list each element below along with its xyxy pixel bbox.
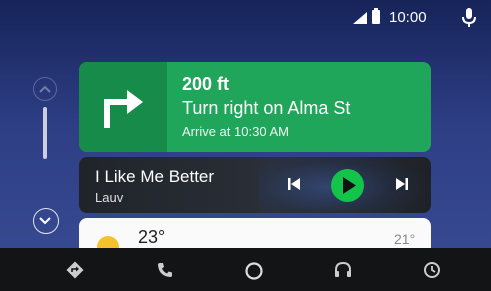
signal-icon bbox=[353, 12, 367, 24]
scroll-down-button[interactable] bbox=[33, 208, 59, 234]
nav-instruction: Turn right on Alma St bbox=[182, 98, 351, 118]
weather-temperature: 23° bbox=[138, 227, 166, 247]
microphone-icon[interactable] bbox=[462, 8, 476, 28]
play-button[interactable] bbox=[331, 169, 364, 202]
weather-low-temperature: 21° bbox=[394, 231, 416, 247]
nav-arrival-time: Arrive at 10:30 AM bbox=[182, 124, 289, 139]
nav-distance: 200 ft bbox=[182, 74, 230, 94]
media-card[interactable]: I Like Me Better Lauv bbox=[79, 157, 431, 213]
home-icon[interactable] bbox=[244, 261, 264, 281]
track-title: I Like Me Better bbox=[95, 167, 215, 186]
skip-previous-icon[interactable] bbox=[286, 176, 302, 192]
headphones-icon[interactable] bbox=[334, 261, 352, 279]
turn-panel bbox=[79, 62, 167, 152]
chevron-up-icon bbox=[39, 85, 51, 93]
track-artist: Lauv bbox=[95, 190, 124, 205]
turn-right-arrow-icon bbox=[104, 90, 143, 128]
chevron-down-icon bbox=[39, 217, 51, 225]
battery-icon bbox=[372, 8, 380, 24]
scroll-indicator[interactable] bbox=[43, 107, 47, 159]
status-time: 10:00 bbox=[389, 9, 427, 26]
play-icon bbox=[343, 177, 356, 194]
directions-icon[interactable] bbox=[66, 261, 84, 279]
phone-icon[interactable] bbox=[156, 261, 174, 279]
status-bar: 10:00 bbox=[0, 0, 491, 36]
scroll-up-button[interactable] bbox=[33, 77, 57, 101]
bottom-nav-bar bbox=[0, 248, 491, 291]
notifications-icon[interactable] bbox=[423, 261, 441, 279]
skip-next-icon[interactable] bbox=[394, 176, 410, 192]
navigation-card[interactable]: 200 ft Turn right on Alma St Arrive at 1… bbox=[79, 62, 431, 152]
